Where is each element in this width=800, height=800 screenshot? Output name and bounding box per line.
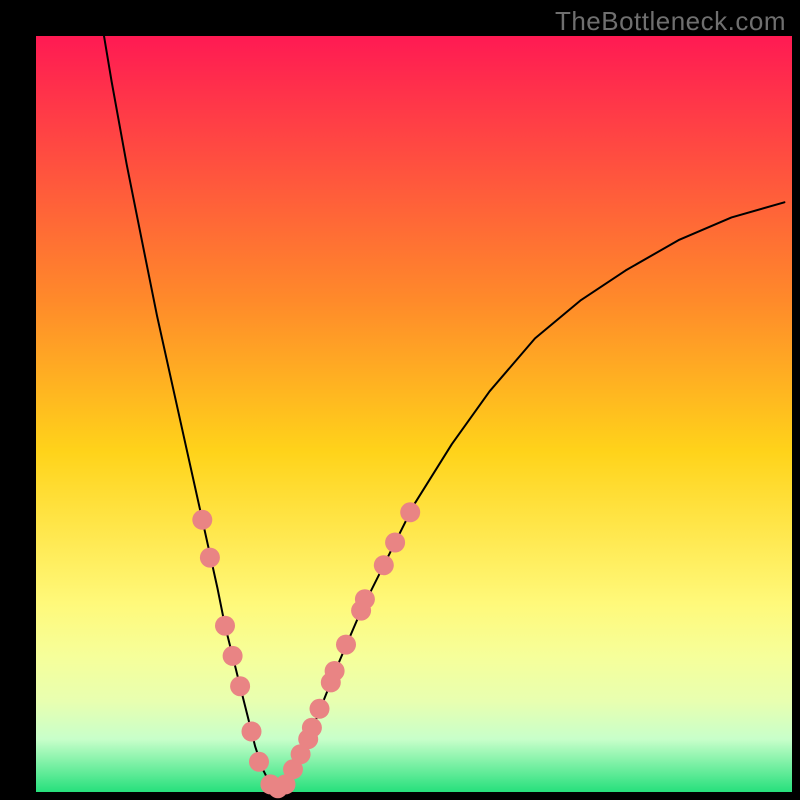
plot-background (36, 36, 792, 792)
marker-dot (192, 510, 212, 530)
marker-dot (215, 616, 235, 636)
marker-dot (374, 555, 394, 575)
marker-dot (336, 635, 356, 655)
marker-dot (242, 722, 262, 742)
marker-dot (310, 699, 330, 719)
chart-frame: TheBottleneck.com (0, 0, 800, 800)
marker-dot (385, 533, 405, 553)
marker-dot (355, 589, 375, 609)
marker-dot (325, 661, 345, 681)
marker-dot (223, 646, 243, 666)
marker-dot (230, 676, 250, 696)
marker-dot (302, 718, 322, 738)
marker-dot (400, 502, 420, 522)
marker-dot (200, 548, 220, 568)
chart-svg (0, 0, 800, 800)
marker-dot (249, 752, 269, 772)
